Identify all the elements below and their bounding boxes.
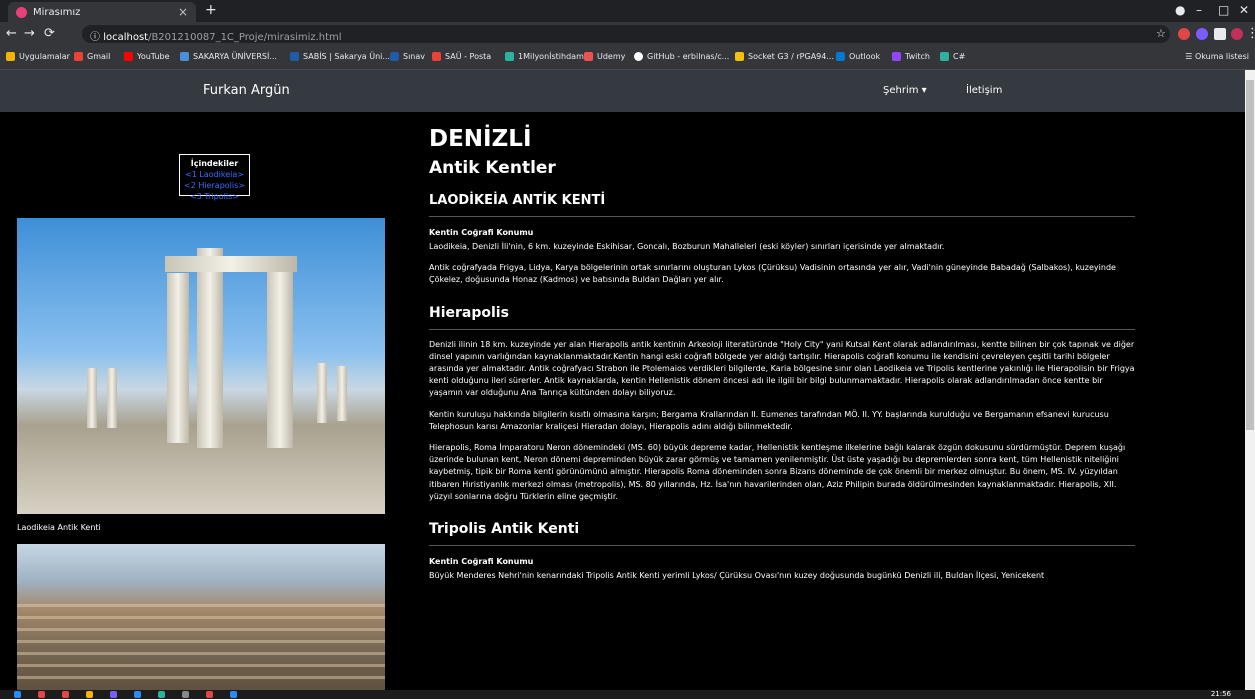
tripolis-subheading: Kentin Coğrafi Konumu: [429, 557, 534, 567]
taskbar-app-icon[interactable]: [182, 691, 189, 698]
taskbar-app-icon[interactable]: [206, 691, 213, 698]
windows-taskbar: 21:56: [0, 690, 1255, 699]
windows-start-icon[interactable]: [14, 691, 21, 698]
bookmark-star-icon[interactable]: ☆: [1156, 27, 1166, 40]
adblock-icon[interactable]: [1178, 28, 1190, 40]
bookmark-outlook[interactable]: Outlook: [836, 52, 880, 61]
tripolis-paragraph: Büyük Menderes Nehri'nin kenarındaki Tri…: [429, 571, 1045, 581]
toc-link-tripolis[interactable]: <3 Tripolis>: [180, 191, 249, 202]
tab-title: Mirasımız: [33, 6, 81, 18]
maximize-icon[interactable]: □: [1218, 3, 1229, 17]
bookmark-sinav[interactable]: Sınav: [390, 52, 425, 61]
taskbar-app-icon[interactable]: [158, 691, 165, 698]
toc-title: İçindekiler: [190, 159, 239, 168]
section-title-tripolis: Tripolis Antik Kenti: [429, 521, 1135, 547]
bookmarks-bar: Uygulamalar Gmail YouTube SAKARYA ÜNİVER…: [0, 46, 1255, 70]
tab-mirasimiz[interactable]: Mirasımız ×: [8, 2, 196, 22]
taskbar-app-icon[interactable]: [62, 691, 69, 698]
main-content: DENİZLİ Antik Kentler LAODİKEİA ANTİK KE…: [429, 125, 1135, 582]
reading-list-icon: ☰: [1185, 52, 1195, 61]
section-title-hierapolis: Hierapolis: [429, 305, 1135, 330]
bookmark-csharp[interactable]: C#: [940, 52, 965, 61]
bookmark-sabis[interactable]: SABİS | Sakarya Üni...: [290, 52, 390, 61]
hierapolis-paragraph: Hierapolis, Roma İmparatoru Neron dönemi…: [429, 443, 1126, 501]
scrollbar-thumb[interactable]: [1246, 80, 1254, 430]
laodikeia-photo-caption: Laodikeia Antik Kenti: [17, 523, 101, 532]
reading-list-button[interactable]: ☰ Okuma listesi: [1185, 52, 1249, 61]
bookmark-sakarya[interactable]: SAKARYA ÜNİVERSİ...: [180, 52, 277, 61]
laodikeia-subheading: Kentin Coğrafi Konumu: [429, 228, 534, 237]
bookmark-youtube[interactable]: YouTube: [124, 52, 170, 61]
minimize-icon[interactable]: –: [1196, 3, 1202, 17]
bookmark-udemy[interactable]: Udemy: [584, 52, 625, 61]
navbar-brand[interactable]: Furkan Argün: [203, 83, 290, 98]
bookmark-github[interactable]: GitHub - erbilnas/c...: [634, 52, 729, 61]
toc-link-hierapolis[interactable]: <2 Hierapolis>: [180, 180, 249, 191]
nav-contact-link[interactable]: İletişim: [966, 85, 1002, 96]
nav-city-dropdown[interactable]: Şehrim ▾: [883, 85, 927, 96]
url-input[interactable]: ⓘ localhost/B201210087_1C_Proje/mirasimi…: [82, 25, 1170, 43]
new-tab-button[interactable]: +: [205, 2, 217, 18]
section-title-laodikeia: LAODİKEİA ANTİK KENTİ: [429, 193, 1135, 217]
laodikeia-paragraph: Laodikeia, Denizli İli'nin, 6 km. kuzeyi…: [429, 242, 945, 251]
taskbar-app-icon[interactable]: [110, 691, 117, 698]
browser-tab-bar: Mirasımız × + ● – □ ✕: [0, 0, 1255, 22]
taskbar-app-icon[interactable]: [38, 691, 45, 698]
bookmark-twitch[interactable]: Twitch: [892, 52, 930, 61]
url-path: /B201210087_1C_Proje/mirasimiz.html: [148, 32, 342, 43]
extensions-puzzle-icon[interactable]: [1214, 28, 1226, 40]
extension-moon-icon[interactable]: [1196, 28, 1208, 40]
forward-arrow-icon[interactable]: →: [24, 26, 35, 41]
profile-avatar-icon[interactable]: [1231, 28, 1243, 40]
tab-close-icon[interactable]: ×: [178, 5, 188, 19]
site-navbar: Furkan Argün Şehrim ▾ İletişim: [0, 70, 1255, 112]
bookmark-apps[interactable]: Uygulamalar: [6, 52, 70, 61]
info-icon: ⓘ: [90, 32, 104, 43]
toc-link-laodikeia[interactable]: <1 Laodikeia>: [180, 169, 249, 180]
bookmark-1milyon[interactable]: 1Milyonİstihdam: [505, 52, 584, 61]
back-arrow-icon[interactable]: ←: [6, 26, 17, 41]
menu-kebab-icon[interactable]: ⋮: [1246, 26, 1255, 41]
bookmark-sau-posta[interactable]: SAÜ - Posta: [432, 52, 491, 61]
page-title: DENİZLİ: [429, 126, 532, 152]
profile-icon[interactable]: ●: [1175, 3, 1185, 17]
bookmark-socket[interactable]: Socket G3 / rPGA94...: [735, 52, 834, 61]
url-host: localhost: [103, 32, 149, 43]
page-subtitle: Antik Kentler: [429, 158, 556, 178]
laodikeia-paragraph: Antik coğrafyada Frigya, Lidya, Karya bö…: [429, 263, 1116, 285]
taskbar-app-icon[interactable]: [86, 691, 93, 698]
taskbar-app-icon[interactable]: [230, 691, 237, 698]
hierapolis-theatre-photo: [17, 544, 385, 690]
site-favicon-icon: [16, 6, 27, 18]
address-toolbar: ← → ⟳ ⓘ localhost/B201210087_1C_Proje/mi…: [0, 22, 1255, 46]
laodikeia-photo: [17, 218, 385, 514]
table-of-contents: İçindekiler <1 Laodikeia> <2 Hierapolis>…: [179, 154, 250, 201]
bookmark-gmail[interactable]: Gmail: [74, 52, 110, 61]
hierapolis-paragraph: Denizli ilinin 18 km. kuzeyinde yer alan…: [429, 339, 1135, 398]
close-window-icon[interactable]: ✕: [1239, 3, 1249, 17]
taskbar-clock: 21:56: [1210, 690, 1231, 698]
reload-icon[interactable]: ⟳: [44, 26, 55, 41]
hierapolis-paragraph: Kentin kuruluşu hakkında bilgilerin kısı…: [429, 409, 1109, 431]
taskbar-app-icon[interactable]: [134, 691, 141, 698]
